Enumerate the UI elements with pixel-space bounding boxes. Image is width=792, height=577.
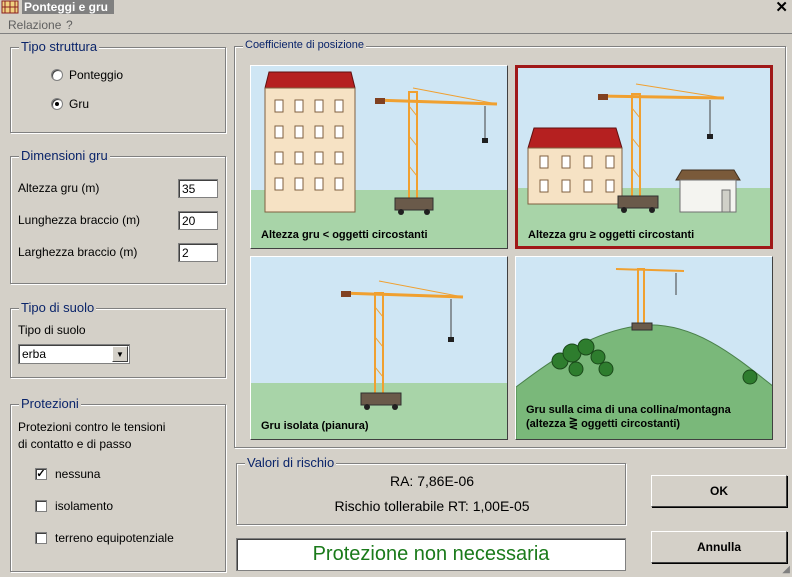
protezioni-description: Protezioni contro le tensioni [18, 420, 166, 434]
ok-button[interactable]: OK [651, 475, 787, 507]
menu-help[interactable]: ? [66, 18, 73, 32]
radio-label: Gru [69, 97, 90, 111]
status-message: Protezione non necessaria [236, 538, 626, 571]
scene-gru-collina[interactable]: Gru sulla cima di una collina/montagna (… [515, 256, 773, 440]
title-bar: Ponteggi e gru ✕ [0, 0, 792, 16]
radio-button[interactable] [51, 98, 63, 110]
checkbox[interactable] [35, 532, 47, 544]
altezza-input[interactable] [178, 179, 218, 198]
group-title: Valori di rischio [245, 455, 337, 470]
checkbox-label: terreno equipotenziale [55, 531, 174, 545]
group-tipo-suolo: Tipo di suolo Tipo di suolo erba ▼ [10, 300, 226, 378]
scene-gru-maggiore[interactable]: Altezza gru ≥ oggetti circostanti [515, 65, 773, 249]
scene-caption: Altezza gru ≥ oggetti circostanti [528, 229, 695, 241]
rt-value: Rischio tollerabile RT: 1,00E-05 [334, 498, 530, 514]
scene-caption: Altezza gru < oggetti circostanti [261, 229, 428, 241]
window-title: Ponteggi e gru [22, 0, 114, 14]
larghezza-label: Larghezza braccio (m) [18, 245, 138, 259]
lunghezza-label: Lunghezza braccio (m) [18, 213, 141, 227]
suolo-value: erba [22, 347, 47, 361]
cancel-button[interactable]: Annulla [651, 531, 787, 563]
scene-caption: Gru isolata (pianura) [261, 420, 369, 432]
group-title: Tipo struttura [19, 39, 100, 54]
scene-caption: (altezza ⋛ oggetti circostanti) [526, 418, 681, 430]
group-protezioni: Protezioni Protezioni contro le tensioni… [10, 396, 226, 572]
checkbox-label: isolamento [55, 499, 114, 513]
group-title: Dimensioni gru [19, 148, 110, 163]
checkbox[interactable] [35, 500, 47, 512]
chevron-down-icon[interactable]: ▼ [112, 346, 128, 362]
scene-gru-isolata[interactable]: Gru isolata (pianura) [250, 256, 508, 440]
group-title: Tipo di suolo [19, 300, 97, 315]
resize-grip-icon[interactable]: ◢ [782, 564, 790, 575]
checkbox-label: nessuna [55, 467, 101, 481]
group-coefficiente: Coefficiente di posizione Altezza gru < … [234, 39, 786, 448]
scaffold-icon [1, 0, 19, 14]
check-icon[interactable]: ✓ [35, 468, 47, 480]
radio-gru[interactable]: Gru [51, 97, 89, 111]
checkbox-isolamento[interactable]: isolamento [35, 499, 113, 513]
isolated-crane-illustration [251, 257, 507, 439]
menu-bar: Relazione ? [0, 15, 792, 34]
group-dimensioni-gru: Dimensioni gru Altezza gru (m) Lunghezza… [10, 148, 226, 284]
larghezza-input[interactable] [178, 243, 218, 262]
group-valori-rischio: Valori di rischio RA: 7,86E-06 Rischio t… [236, 455, 626, 525]
protezioni-description: di contatto e di passo [18, 437, 132, 451]
altezza-label: Altezza gru (m) [18, 181, 100, 195]
group-title: Coefficiente di posizione [243, 39, 367, 51]
ra-value: RA: 7,86E-06 [389, 473, 475, 489]
crane-among-buildings-illustration [251, 66, 507, 248]
suolo-label: Tipo di suolo [18, 323, 86, 337]
scene-gru-minore[interactable]: Altezza gru < oggetti circostanti [250, 65, 508, 249]
radio-button[interactable] [51, 69, 63, 81]
suolo-select[interactable]: erba ▼ [18, 344, 130, 364]
menu-relazione[interactable]: Relazione [8, 18, 61, 32]
radio-label: Ponteggio [69, 68, 124, 82]
lunghezza-input[interactable] [178, 211, 218, 230]
crane-above-buildings-illustration [518, 68, 770, 246]
scene-caption: Gru sulla cima di una collina/montagna [526, 404, 731, 416]
group-title: Protezioni [19, 396, 81, 411]
checkbox-nessuna[interactable]: ✓ nessuna [35, 467, 100, 481]
radio-ponteggio[interactable]: Ponteggio [51, 68, 123, 82]
close-icon[interactable]: ✕ [775, 0, 788, 16]
group-tipo-struttura: Tipo struttura Ponteggio Gru [10, 39, 226, 133]
checkbox-terreno[interactable]: terreno equipotenziale [35, 531, 174, 545]
